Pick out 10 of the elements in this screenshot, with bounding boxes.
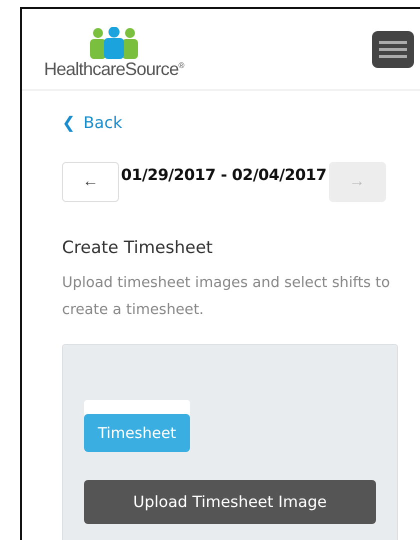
back-link[interactable]: ❮ Back bbox=[62, 113, 122, 132]
section-title: Create Timesheet bbox=[62, 238, 214, 258]
upload-button[interactable]: Upload Timesheet Image bbox=[84, 480, 376, 524]
menu-button[interactable] bbox=[372, 30, 414, 68]
thumbnail-label: Timesheet bbox=[84, 414, 190, 452]
timesheet-thumbnail[interactable]: Timesheet bbox=[84, 400, 190, 452]
previous-week-button[interactable]: ← bbox=[62, 162, 119, 202]
date-range: 01/29/2017 - 02/04/2017 bbox=[121, 166, 327, 184]
logo-text: HealthcareSource$^{®}$ bbox=[44, 58, 184, 80]
section-description: Upload timesheet images and select shifts to create a timesheet. bbox=[62, 274, 391, 320]
